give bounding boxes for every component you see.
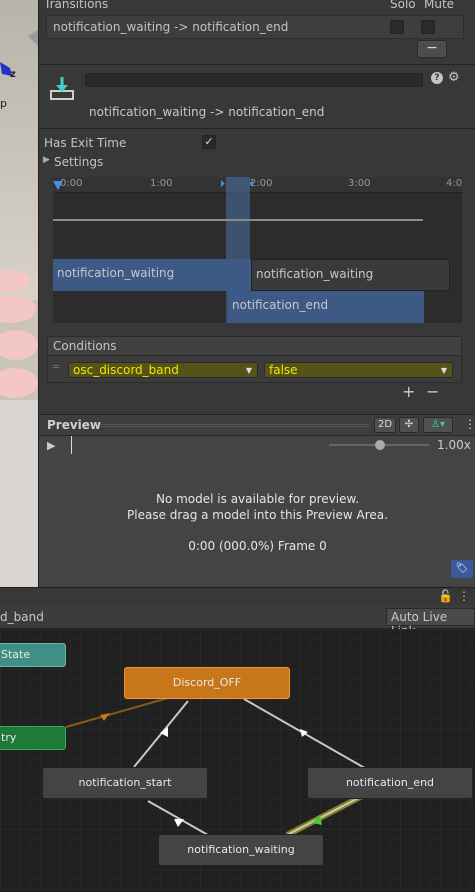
scene-floor	[0, 400, 38, 587]
preview-time-readout: 0:00 (000.0%) Frame 0	[188, 539, 327, 553]
transition-list-item[interactable]: notification_waiting -> notification_end	[46, 15, 464, 39]
tick-label: 4:0	[446, 178, 463, 189]
mute-column-label: Mute	[424, 0, 455, 11]
axis-label: z	[10, 69, 16, 80]
tick-label: 0:00	[60, 178, 83, 189]
solo-column-label: Solo	[390, 0, 416, 11]
transition-icon	[49, 75, 75, 101]
add-condition-button[interactable]: +	[402, 382, 415, 401]
settings-foldout[interactable]: Settings	[54, 155, 103, 169]
preview-toolbar: Preview 2D ✣ ♙▾ ⋮	[39, 414, 475, 436]
preview-area[interactable]: ▶ 1.00x No model is available for previe…	[39, 436, 475, 587]
inspector-panel: Transitions Solo Mute notification_waiti…	[38, 0, 475, 587]
more-options-icon[interactable]: ⋮	[458, 589, 470, 603]
tag-icon[interactable]: 🏷	[451, 560, 473, 578]
playhead-marker-icon[interactable]	[53, 180, 63, 190]
preview-2d-toggle[interactable]: 2D	[374, 417, 396, 433]
settings-foldout-arrow-icon[interactable]: ▶	[43, 155, 50, 165]
has-exit-time-checkbox[interactable]: ✓	[202, 135, 216, 149]
speed-readout: 1.00x	[437, 438, 471, 452]
hand-shape	[0, 368, 38, 398]
scene-gizmo-icon[interactable]	[0, 30, 38, 80]
has-exit-time-label: Has Exit Time	[44, 136, 127, 150]
conditions-header: Conditions	[48, 337, 461, 356]
drag-model-hint: Please drag a model into this Preview Ar…	[127, 508, 388, 522]
chevron-down-icon: ▼	[440, 366, 447, 375]
arrow-icon	[100, 713, 110, 721]
speed-slider-thumb[interactable]	[375, 440, 385, 450]
node-notification-waiting[interactable]: notification_waiting	[158, 834, 324, 866]
hand-shape	[0, 330, 38, 360]
tick-label: 1:00	[150, 178, 173, 189]
transition-timeline[interactable]: 0:00 1:00 2:00 3:00 4:0 ⏵ ⏴ notification…	[53, 177, 462, 323]
transition-item-label: notification_waiting -> notification_end	[53, 20, 289, 34]
condition-value: false	[269, 363, 298, 377]
chevron-down-icon: ▼	[245, 366, 252, 375]
condition-parameter-value: osc_discord_band	[73, 363, 179, 377]
arrow-icon	[160, 727, 168, 737]
node-entry[interactable]: try	[0, 726, 66, 750]
solo-checkbox[interactable]	[390, 20, 404, 34]
divider	[39, 128, 475, 129]
destination-clip-bar[interactable]: notification_end	[228, 291, 424, 323]
play-button-icon[interactable]: ▶	[47, 439, 55, 452]
condition-value-dropdown[interactable]: false ▼	[264, 362, 453, 378]
remove-condition-button[interactable]: −	[426, 382, 439, 401]
timeline-baseline	[53, 219, 423, 221]
scene-view-strip[interactable]: z p	[0, 0, 38, 587]
divider	[39, 64, 475, 65]
timeline-ruler[interactable]: 0:00 1:00 2:00 3:00 4:0	[53, 177, 462, 193]
gear-icon[interactable]: ⚙	[448, 70, 460, 85]
transition-title: notification_waiting -> notification_end	[89, 105, 325, 119]
exit-time-marker-icon[interactable]: ⏵	[220, 179, 225, 190]
state-machine-graph[interactable]: State Discord_OFF try notification_start…	[0, 629, 475, 892]
conditions-list: Conditions ═ osc_discord_band ▼ false ▼	[47, 336, 462, 383]
auto-live-link-button[interactable]: Auto Live Link	[386, 608, 475, 638]
transition-name-field[interactable]	[85, 73, 423, 87]
preview-scrubber[interactable]	[71, 436, 72, 454]
node-notification-start[interactable]: notification_start	[42, 767, 208, 799]
more-options-icon[interactable]: ⋮	[464, 417, 475, 431]
node-discord-off[interactable]: Discord_OFF	[124, 667, 290, 699]
condition-parameter-dropdown[interactable]: osc_discord_band ▼	[68, 362, 258, 378]
preview-drag-bar[interactable]	[101, 424, 369, 427]
node-any-state[interactable]: State	[0, 643, 66, 667]
arrow-icon	[174, 819, 184, 827]
node-notification-end[interactable]: notification_end	[307, 767, 473, 799]
animator-window-header: 🔓 ⋮	[0, 587, 475, 606]
perspective-label: p	[0, 97, 7, 110]
tick-label: 3:00	[348, 178, 371, 189]
pivot-toggle-icon[interactable]: ✣	[399, 417, 419, 433]
remove-transition-button[interactable]: −	[417, 40, 447, 58]
mute-checkbox[interactable]	[421, 20, 435, 34]
transitions-header: Transitions	[44, 0, 109, 11]
drag-handle-icon[interactable]: ═	[53, 362, 59, 373]
source-clip-bar-loop[interactable]: notification_waiting	[251, 259, 450, 291]
avatar-preview-icon[interactable]: ♙▾	[423, 417, 453, 433]
animator-toolbar: d_band Auto Live Link	[0, 606, 475, 638]
preview-title: Preview	[47, 418, 102, 432]
lock-icon[interactable]: 🔓	[438, 589, 453, 603]
help-icon[interactable]: ?	[431, 72, 443, 84]
breadcrumb[interactable]: d_band	[0, 610, 44, 624]
transition-end-marker-icon[interactable]: ⏴	[249, 179, 254, 190]
source-clip-bar[interactable]: notification_waiting	[53, 259, 251, 291]
no-model-message: No model is available for preview.	[155, 492, 360, 506]
